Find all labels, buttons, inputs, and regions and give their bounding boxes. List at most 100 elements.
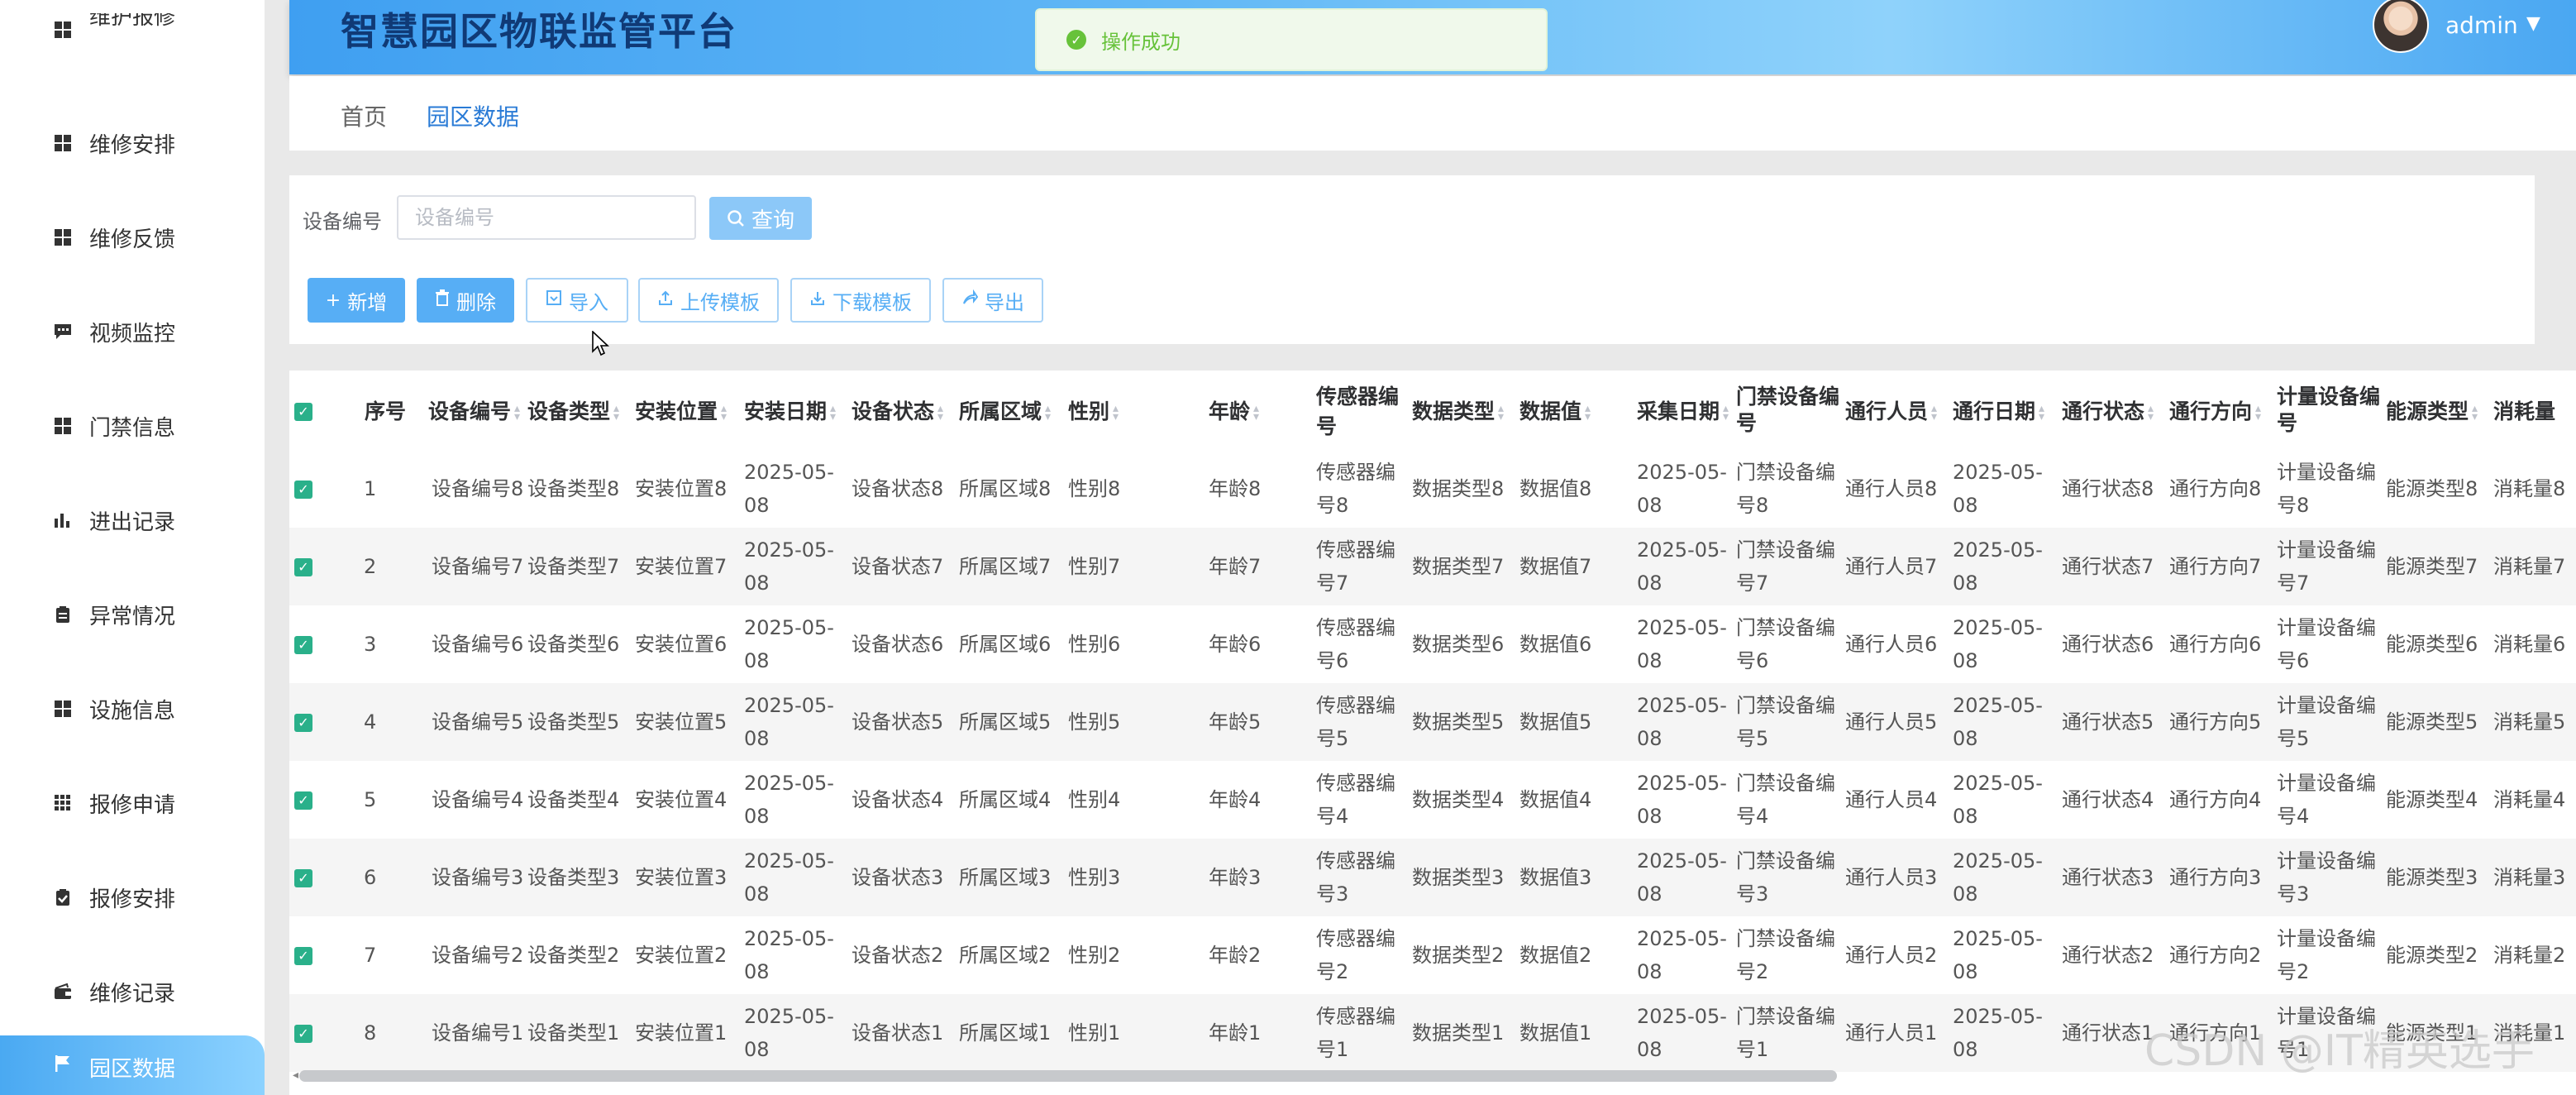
sort-icon[interactable]: ▴ ▾ [2039,403,2050,423]
delete-button[interactable]: 删除 [417,278,514,323]
cell: 性别2 [1068,944,1121,967]
row-checkbox[interactable]: ✓ [289,450,352,528]
sort-icon[interactable]: ▴ ▾ [1585,403,1596,423]
column-header-sortable[interactable]: 安装日期 ▴ ▾ [744,371,852,450]
sort-icon[interactable]: ▴ ▾ [1113,403,1124,423]
cell: 计量设备编号2 [2277,927,2376,983]
table-row[interactable]: ✓ 6 设备编号3 设备类型3 安装位置3 2025-05-08 设备状态3 所… [289,839,2576,916]
sidebar-item-park-data[interactable]: 园区数据 [0,1035,265,1095]
query-button[interactable]: 查询 [709,197,812,240]
sidebar-item-repair-arrangement[interactable]: 维修安排 [0,106,265,180]
cell: 设备类型4 [527,788,620,811]
column-header-sortable[interactable]: 设备类型 ▴ ▾ [527,371,635,450]
sidebar-item-label: 维修安排 [89,132,176,158]
sidebar-item-repair-records[interactable]: 维修记录 [0,954,265,1029]
column-header-sortable[interactable]: 所属区域 ▴ ▾ [959,371,1068,450]
cell: 通行方向6 [2169,633,2262,656]
column-header-sortable[interactable]: 通行方向 ▴ ▾ [2169,371,2277,450]
column-header-sortable[interactable]: 通行状态 ▴ ▾ [2062,371,2169,450]
cell: 数据值1 [1519,994,1629,1072]
user-name[interactable]: admin [2445,12,2518,39]
sort-icon[interactable]: ▴ ▾ [1498,403,1510,423]
caret-down-icon[interactable]: ▼ [2526,13,2540,34]
row-checkbox[interactable]: ✓ [289,761,352,839]
cell: 通行方向2 [2169,944,2262,967]
column-header-sortable[interactable]: 性别 ▴ ▾ [1068,371,1176,450]
row-checkbox[interactable]: ✓ [289,683,352,761]
sidebar-item-repair-request[interactable]: 报修申请 [0,766,265,840]
row-checkbox[interactable]: ✓ [289,839,352,916]
sidebar-item-video-monitor[interactable]: 视频监控 [0,294,265,369]
sort-icon[interactable]: ▴ ▾ [1723,403,1734,423]
sort-icon[interactable]: ▴ ▾ [1045,403,1057,423]
sidebar-item-facility-info[interactable]: 设施信息 [0,672,265,746]
row-checkbox[interactable]: ✓ [289,528,352,605]
sidebar-item-access-info[interactable]: 门禁信息 [0,389,265,463]
cell: 数据类型5 [1412,683,1519,761]
column-header-sortable[interactable]: 传感器编号 [1303,371,1412,450]
sort-icon[interactable]: ▴ ▾ [1931,403,1943,423]
column-header-sortable[interactable]: 安装位置 ▴ ▾ [635,371,744,450]
avatar[interactable] [2373,0,2429,53]
column-header-sortable[interactable]: 设备状态 ▴ ▾ [852,371,959,450]
search-input[interactable] [397,195,696,240]
column-header-label: 设备状态 [852,399,935,423]
cell: 门禁设备编号6 [1736,616,1835,672]
column-header-sortable[interactable]: 设备编号 ▴ ▾ [418,371,527,450]
sidebar-item-label: 异常情况 [89,604,176,629]
import-button[interactable]: 导入 [526,278,628,323]
checkbox-checked-icon: ✓ [294,947,312,965]
column-header-sortable[interactable]: 通行日期 ▴ ▾ [1953,371,2062,450]
sidebar-item-maintenance-report[interactable]: 维护报修 [0,13,265,46]
sort-icon[interactable]: ▴ ▾ [514,403,526,423]
download-template-button[interactable]: 下载模板 [790,278,931,323]
apps-icon [51,791,74,815]
column-header-sortable[interactable]: 数据值 ▴ ▾ [1519,371,1629,450]
sidebar-item-repair-schedule[interactable]: 报修安排 [0,860,265,935]
add-button[interactable]: + 新增 [308,278,405,323]
sort-icon[interactable]: ▴ ▾ [937,403,949,423]
select-all-checkbox[interactable]: ✓ [289,371,352,450]
cell: 安装位置4 [635,788,727,811]
sidebar-item-repair-feedback[interactable]: 维修反馈 [0,200,265,275]
sort-icon[interactable]: ▴ ▾ [1253,403,1265,423]
row-checkbox[interactable]: ✓ [289,916,352,994]
column-header-sortable[interactable]: 能源类型 ▴ ▾ [2386,371,2493,450]
sidebar-item-anomalies[interactable]: 异常情况 [0,577,265,652]
table-row[interactable]: ✓ 3 设备编号6 设备类型6 安装位置6 2025-05-08 设备状态6 所… [289,605,2576,683]
sort-icon[interactable]: ▴ ▾ [2472,403,2483,423]
cell: 通行方向7 [2169,528,2277,605]
column-header-sortable[interactable]: 数据类型 ▴ ▾ [1412,371,1519,450]
column-header: 序号 [364,399,406,423]
bar-chart-icon [51,509,74,532]
breadcrumb-current[interactable]: 园区数据 [427,99,519,132]
cell: 能源类型2 [2386,944,2478,967]
grid-icon [51,697,74,720]
cell: 通行人员3 [1845,839,1953,916]
row-checkbox[interactable]: ✓ [289,605,352,683]
sort-icon[interactable]: ▴ ▾ [830,403,842,423]
upload-template-button[interactable]: 上传模板 [638,278,779,323]
sort-icon[interactable]: ▴ ▾ [2148,403,2159,423]
breadcrumb-home[interactable]: 首页 [341,99,387,132]
table-row[interactable]: ✓ 2 设备编号7 设备类型7 安装位置7 2025-05-08 设备状态7 所… [289,528,2576,605]
horizontal-scrollbar[interactable] [299,1070,1837,1082]
column-header-sortable[interactable]: 采集日期 ▴ ▾ [1629,371,1736,450]
table-row[interactable]: ✓ 1 设备编号8 设备类型8 安装位置8 2025-05-08 设备状态8 所… [289,450,2576,528]
scroll-left-arrow-icon[interactable]: ◂ [293,1069,298,1082]
sort-icon[interactable]: ▴ ▾ [721,403,732,423]
sort-icon[interactable]: ▴ ▾ [2255,403,2267,423]
column-header-sortable[interactable]: 年龄 ▴ ▾ [1176,371,1303,450]
table-row[interactable]: ✓ 5 设备编号4 设备类型4 安装位置4 2025-05-08 设备状态4 所… [289,761,2576,839]
sort-icon[interactable]: ▴ ▾ [613,403,625,423]
table-row[interactable]: ✓ 7 设备编号2 设备类型2 安装位置2 2025-05-08 设备状态2 所… [289,916,2576,994]
column-header-sortable[interactable]: 通行人员 ▴ ▾ [1845,371,1953,450]
cell: 2025-05-08 [744,839,852,916]
row-checkbox[interactable]: ✓ [289,994,352,1072]
sidebar-item-access-records[interactable]: 进出记录 [0,483,265,557]
export-button[interactable]: 导出 [942,278,1043,323]
cell: 2025-05-08 [744,616,834,672]
cell: 通行人员6 [1845,633,1938,656]
column-header-label: 设备类型 [527,399,611,423]
table-row[interactable]: ✓ 4 设备编号5 设备类型5 安装位置5 2025-05-08 设备状态5 所… [289,683,2576,761]
